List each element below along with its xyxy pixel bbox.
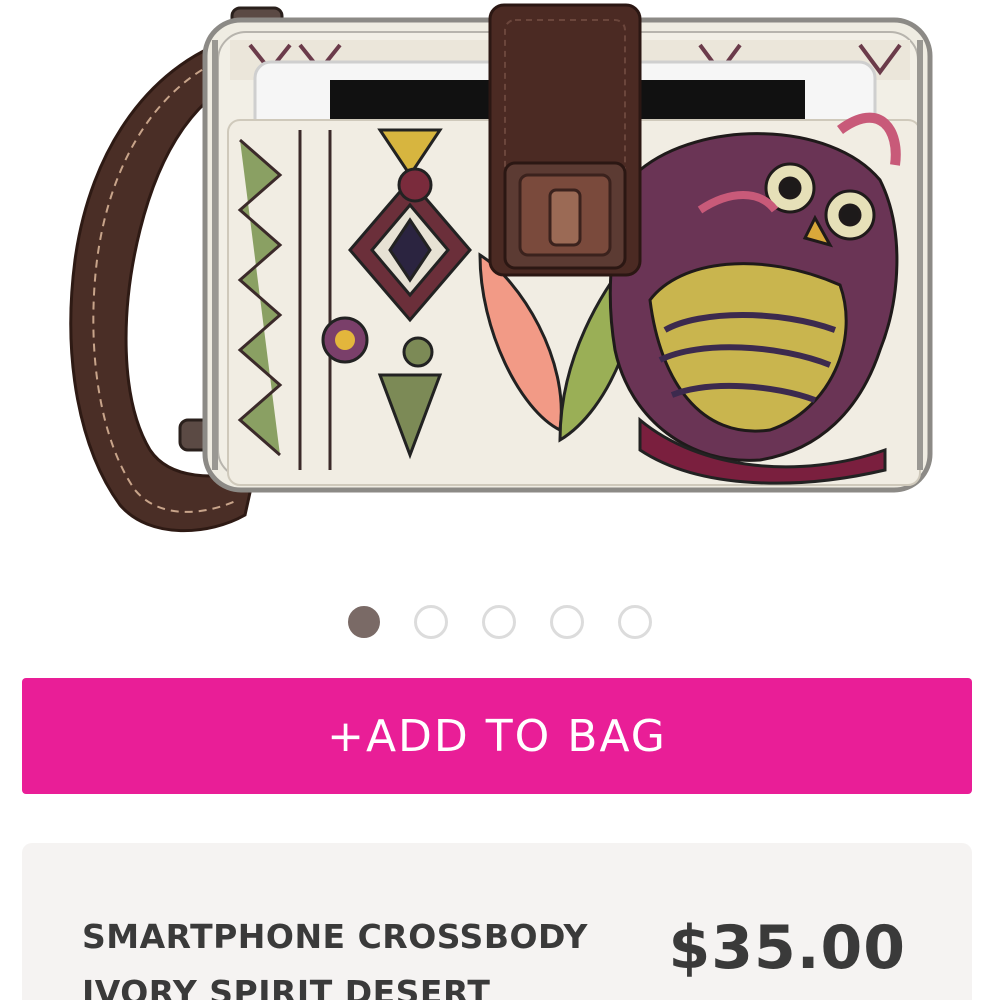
- add-to-bag-button[interactable]: +ADD TO BAG: [22, 678, 972, 794]
- carousel-dot-3[interactable]: [482, 605, 516, 639]
- carousel-dot-4[interactable]: [550, 605, 584, 639]
- product-image[interactable]: [0, 0, 1000, 580]
- product-page: +ADD TO BAG SMARTPHONE CROSSBODY IVORY S…: [0, 0, 1000, 1000]
- carousel-dot-1[interactable]: [348, 606, 380, 638]
- product-info-card: SMARTPHONE CROSSBODY IVORY SPIRIT DESERT…: [22, 843, 972, 1000]
- product-name-line2: IVORY SPIRIT DESERT: [82, 973, 491, 1000]
- wallet-illustration: [69, 3, 933, 533]
- product-name-line1: SMARTPHONE CROSSBODY: [82, 917, 588, 956]
- product-name: SMARTPHONE CROSSBODY IVORY SPIRIT DESERT: [82, 909, 642, 1000]
- carousel-dot-2[interactable]: [414, 605, 448, 639]
- carousel-dot-5[interactable]: [618, 605, 652, 639]
- carousel-indicators: [0, 600, 1000, 644]
- product-price: $35.00: [668, 913, 906, 983]
